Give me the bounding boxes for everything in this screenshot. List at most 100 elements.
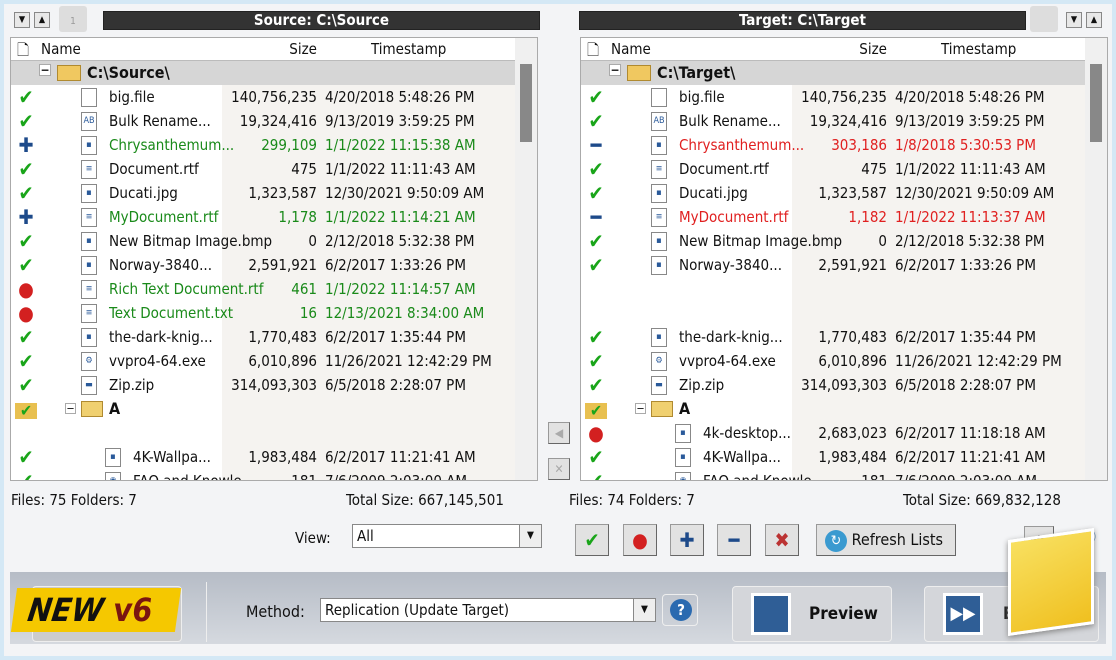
file-row[interactable]: ✔ ▪ 4K-Wallpa... 1,983,484 6/2/2017 11:21:… [11,445,515,469]
folder-icon [81,401,103,417]
clear-button[interactable]: ✕ [548,458,570,480]
file-size: 2,683,023 [818,424,887,442]
status-dot-icon: ● [588,421,604,445]
refresh-lists-button[interactable]: ↻ Refresh Lists [816,524,956,556]
source-file-list[interactable]: 🗋 Name Size Timestamp − C:\Source\ ✔ big.f… [10,37,538,481]
scrollbar-thumb[interactable] [520,64,532,142]
target-move-down-button[interactable]: ▼ [1066,12,1082,28]
column-size[interactable]: Size [261,40,317,58]
file-row[interactable]: ● ▪ 4k-desktop... 2,683,023 6/2/2017 11:18… [581,421,1085,445]
file-row[interactable]: ✔ ⚙ vvpro4-64.exe 6,010,896 11/26/2021 12:… [11,349,515,373]
collapse-icon[interactable]: − [65,403,76,414]
filter-same-button[interactable]: ✔ [575,524,609,556]
file-row[interactable]: ✔ ▪ the-dark-knig... 1,770,483 6/2/2017 1:… [11,325,515,349]
column-size[interactable]: Size [831,40,887,58]
file-row[interactable]: ━ ≡ MyDocument.rtf 1,182 1/1/2022 11:13:37… [581,205,1085,229]
filter-clear-button[interactable]: ✖ [765,524,799,556]
file-row[interactable]: ● ≡ Rich Text Document.rtf 461 1/1/2022 11… [11,277,515,301]
file-row[interactable]: ✔ ▪ Norway-3840... 2,591,921 6/2/2017 1:33… [581,253,1085,277]
check-icon: ✔ [584,528,600,552]
file-row[interactable]: ✔ ▬ Zip.zip 314,093,303 6/5/2018 2:28:07 P… [581,373,1085,397]
scrollbar[interactable] [1085,38,1107,480]
move-up-button[interactable]: ▲ [34,12,50,28]
root-folder-row[interactable]: − C:\Target\ [581,61,1085,85]
collapse-icon[interactable]: − [635,403,646,414]
help-button[interactable]: ? [662,594,698,626]
status-check-icon: ✔ [18,325,34,349]
filter-newer-button[interactable]: ✚ [670,524,704,556]
file-row[interactable]: ✔ AB Bulk Rename... 19,324,416 9/13/2019 3… [11,109,515,133]
file-name: Zip.zip [679,376,725,394]
text-icon: ≡ [81,304,97,323]
move-down-button[interactable]: ▼ [14,12,30,28]
file-row[interactable]: ✔ ≡ Document.rtf 475 1/1/2022 11:11:43 AM [581,157,1085,181]
file-row[interactable]: ✔ ◉ FAQ and Knowle... 181 7/6/2009 2:03:00… [11,469,515,481]
file-name: Bulk Rename... [679,112,781,130]
exe-icon: ⚙ [81,352,97,371]
target-total-size: Total Size: 669,832,128 [903,491,1061,509]
file-row[interactable]: ✔ ⚙ vvpro4-64.exe 6,010,896 11/26/2021 12:… [581,349,1085,373]
file-row[interactable]: ✔ − A [581,397,1085,421]
file-row[interactable]: ✔ big.file 140,756,235 4/20/2018 5:48:26 … [11,85,515,109]
file-row[interactable]: ✔ ▪ the-dark-knig... 1,770,483 6/2/2017 1:… [581,325,1085,349]
file-row[interactable]: ✔ ▪ Ducati.jpg 1,323,587 12/30/2021 9:50:0… [581,181,1085,205]
preview-button[interactable]: Preview [732,586,892,642]
file-size: 19,324,416 [809,112,887,130]
file-row[interactable]: ✔ − A [11,397,515,421]
file-row[interactable]: ✔ AB Bulk Rename... 19,324,416 9/13/2019 3… [581,109,1085,133]
column-name[interactable]: Name [611,40,651,58]
file-row[interactable]: ✔ big.file 140,756,235 4/20/2018 5:48:26 … [581,85,1085,109]
folder-icon [57,65,81,81]
file-size: 140,756,235 [801,88,887,106]
column-timestamp[interactable]: Timestamp [941,40,1016,58]
root-folder-row[interactable]: − C:\Source\ [11,61,515,85]
file-timestamp: 2/12/2018 5:32:38 PM [325,232,475,250]
column-name[interactable]: Name [41,40,81,58]
file-timestamp: 2/12/2018 5:32:38 PM [895,232,1045,250]
file-row[interactable]: ━ ▪ Chrysanthemum... 303,186 1/8/2018 5:30… [581,133,1085,157]
new-v6-badge[interactable]: NEW v6 [10,588,182,632]
file-row[interactable]: ✔ ≡ Document.rtf 475 1/1/2022 11:11:43 AM [11,157,515,181]
refresh-label: Refresh Lists [851,530,944,549]
file-size: 1,178 [278,208,317,226]
source-lock-icon[interactable]: 1 [59,6,87,32]
target-file-list[interactable]: 🗋 Name Size Timestamp − C:\Target\ ✔ big.f… [580,37,1108,481]
target-move-up-button[interactable]: ▲ [1086,12,1102,28]
badge-version: v6 [110,591,156,629]
filter-orphan-button[interactable]: ● [623,524,657,556]
file-row[interactable]: ✔ ▪ Ducati.jpg 1,323,587 12/30/2021 9:50:0… [11,181,515,205]
help-icon: ? [670,599,692,621]
file-name: the-dark-knig... [109,328,213,346]
chevron-down-icon: ▼ [519,525,541,547]
file-row[interactable]: ✔ ▪ New Bitmap Image.bmp 0 2/12/2018 5:32:… [11,229,515,253]
file-row[interactable]: ● ≡ Text Document.txt 16 12/13/2021 8:34:0… [11,301,515,325]
target-lock-icon[interactable] [1030,6,1058,32]
file-name: MyDocument.rtf [679,208,789,226]
file-size: 1,323,587 [248,184,317,202]
file-timestamp: 6/2/2017 11:18:18 AM [895,424,1046,442]
file-row[interactable]: ✔ ▪ New Bitmap Image.bmp 0 2/12/2018 5:32:… [581,229,1085,253]
collapse-icon[interactable]: − [609,64,621,76]
file-row[interactable]: ✚ ≡ MyDocument.rtf 1,178 1/1/2022 11:14:21… [11,205,515,229]
file-timestamp: 6/2/2017 1:35:44 PM [325,328,466,346]
filter-older-button[interactable]: ━ [717,524,751,556]
column-timestamp[interactable]: Timestamp [371,40,446,58]
copy-left-button[interactable]: ◀ [548,422,570,444]
method-select[interactable]: Replication (Update Target) ▼ [320,598,656,622]
file-timestamp: 6/2/2017 11:21:41 AM [325,448,476,466]
collapse-icon[interactable]: − [39,64,51,76]
file-timestamp: 4/20/2018 5:48:26 PM [895,88,1045,106]
file-size: 314,093,303 [801,376,887,394]
source-total-size: Total Size: 667,145,501 [346,491,504,509]
file-row[interactable]: ✚ ▪ Chrysanthemum... 299,109 1/1/2022 11:1… [11,133,515,157]
file-row[interactable]: ✔ ▬ Zip.zip 314,093,303 6/5/2018 2:28:07 P… [11,373,515,397]
file-row[interactable]: ✔ ◉ FAQ and Knowle... 181 7/6/2009 2:03:00… [581,469,1085,480]
scrollbar[interactable] [515,38,537,480]
scrollbar-thumb[interactable] [1090,64,1102,142]
file-row[interactable]: ✔ ▪ Norway-3840... 2,591,921 6/2/2017 1:33… [11,253,515,277]
view-select[interactable]: All ▼ [352,524,542,548]
image-icon: ▪ [675,448,691,467]
file-row[interactable]: ✔ ▪ 4K-Wallpa... 1,983,484 6/2/2017 11:21:… [581,445,1085,469]
app-logo [1008,527,1094,637]
file-size: 181 [291,472,317,481]
